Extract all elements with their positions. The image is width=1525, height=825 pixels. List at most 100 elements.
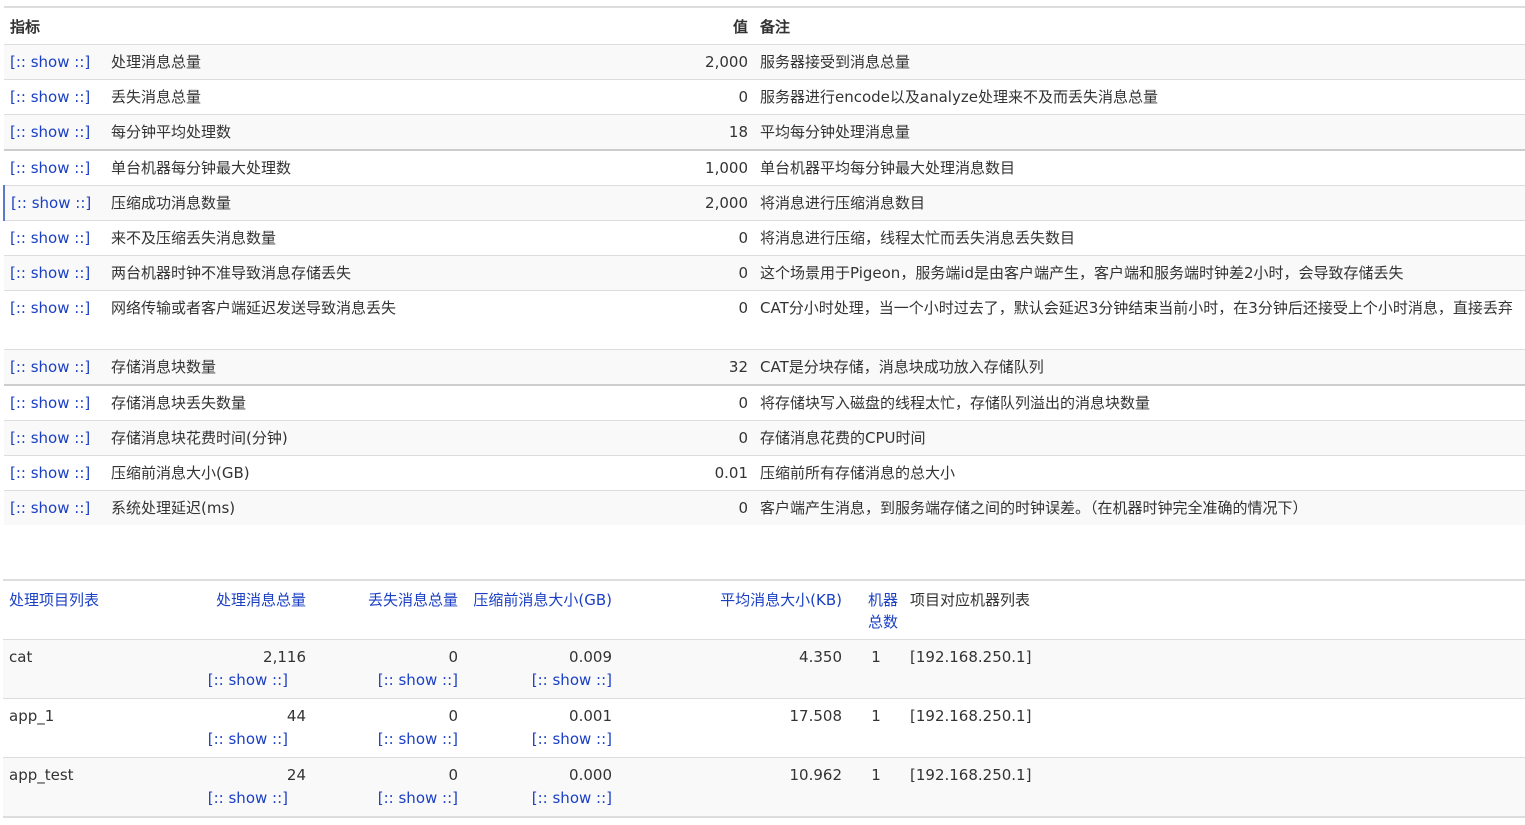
metric-value: 2,000	[557, 185, 754, 221]
metric-note: 存储消息花费的CPU时间	[754, 420, 1525, 456]
show-graph-link[interactable]: [:: show ::]	[10, 429, 90, 447]
show-graph-link[interactable]: [:: show ::]	[10, 264, 90, 282]
metric-note: 单台机器平均每分钟最大处理消息数目	[754, 149, 1525, 186]
show-graph-link[interactable]: [:: show ::]	[10, 299, 90, 317]
show-graph-link[interactable]: [:: show ::]	[10, 159, 90, 177]
metric-name: 每分钟平均处理数	[97, 114, 557, 150]
show-graph-link[interactable]: [:: show ::]	[10, 53, 90, 71]
project-hosts: [192.168.250.1]	[904, 639, 1525, 699]
project-name: app_test	[3, 757, 195, 818]
metric-value: 0	[557, 384, 754, 421]
metric-row: [:: show ::] 系统处理延迟(ms) 0 客户端产生消息，到服务端存储之间的…	[4, 490, 1525, 525]
project-size: 0.000	[569, 766, 612, 784]
show-total-link[interactable]: [:: show ::]	[201, 787, 288, 810]
show-graph-link[interactable]: [:: show ::]	[11, 194, 91, 212]
metric-name: 存储消息块丢失数量	[97, 384, 557, 421]
metric-row: [:: show ::] 压缩成功消息数量 2,000 将消息进行压缩消息数目	[3, 185, 1525, 221]
project-hosts: [192.168.250.1]	[904, 698, 1525, 758]
sort-by-avg-link[interactable]: 平均消息大小(KB)	[720, 591, 842, 609]
metric-note: 服务器接受到消息总量	[754, 44, 1525, 80]
metric-row: [:: show ::] 每分钟平均处理数 18 平均每分钟处理消息量	[4, 114, 1525, 150]
projects-header-total[interactable]: 处理消息总量	[195, 579, 312, 640]
metric-row: [:: show ::] 处理消息总量 2,000 服务器接受到消息总量	[4, 44, 1525, 80]
metric-value: 0.01	[557, 455, 754, 491]
metric-note: 平均每分钟处理消息量	[754, 114, 1525, 150]
metric-note: CAT是分块存储，消息块成功放入存储队列	[754, 349, 1525, 385]
metric-note: 将存储块写入磁盘的线程太忙，存储队列溢出的消息块数量	[754, 384, 1525, 421]
sort-by-size-link[interactable]: 压缩前消息大小(GB)	[473, 591, 612, 609]
show-size-link[interactable]: [:: show ::]	[470, 669, 612, 692]
show-loss-link[interactable]: [:: show ::]	[318, 728, 458, 751]
metrics-header-name: 指标	[4, 6, 97, 45]
project-row: cat 2,116 [:: show ::] 0 [:: show ::] 0.009 [:…	[3, 639, 1525, 699]
metric-row: [:: show ::] 两台机器时钟不准导致消息存储丢失 0 这个场景用于Pigeo…	[4, 255, 1525, 291]
project-size: 0.001	[569, 707, 612, 725]
metric-value: 1,000	[557, 149, 754, 186]
metric-value: 0	[557, 255, 754, 291]
sort-by-name-link[interactable]: 处理项目列表	[9, 591, 99, 609]
metrics-body: [:: show ::] 处理消息总量 2,000 服务器接受到消息总量 [:: sho…	[3, 44, 1525, 525]
projects-header-size[interactable]: 压缩前消息大小(GB)	[464, 579, 618, 640]
show-loss-link[interactable]: [:: show ::]	[318, 787, 458, 810]
metric-note: 这个场景用于Pigeon，服务端id是由客户端产生，客户端和服务端时钟差2小时，…	[754, 255, 1525, 291]
metric-value: 0	[557, 420, 754, 456]
show-size-link[interactable]: [:: show ::]	[470, 787, 612, 810]
projects-header-count[interactable]: 机器总数	[848, 579, 904, 640]
project-count: 1	[848, 757, 904, 818]
show-graph-link[interactable]: [:: show ::]	[10, 394, 90, 412]
metric-value: 0	[557, 290, 754, 350]
show-total-link[interactable]: [:: show ::]	[201, 669, 288, 692]
metrics-table: 指标 值 备注 [:: show ::] 处理消息总量 2,000 服务器接受到消息总…	[3, 6, 1525, 525]
show-graph-link[interactable]: [:: show ::]	[10, 499, 90, 517]
metric-row: [:: show ::] 存储消息块花费时间(分钟) 0 存储消息花费的CPU时间	[4, 420, 1525, 456]
show-graph-link[interactable]: [:: show ::]	[10, 358, 90, 376]
metrics-header-value: 值	[557, 6, 754, 45]
project-name: app_1	[3, 698, 195, 758]
metric-value: 0	[557, 490, 754, 525]
sort-by-total-link[interactable]: 处理消息总量	[216, 591, 306, 609]
metric-note: 将消息进行压缩消息数目	[754, 185, 1525, 221]
metric-row: [:: show ::] 网络传输或者客户端延迟发送导致消息丢失 0 CAT分小时处理…	[4, 290, 1525, 350]
show-graph-link[interactable]: [:: show ::]	[10, 229, 90, 247]
metrics-header-note: 备注	[754, 6, 1525, 45]
metric-name: 系统处理延迟(ms)	[97, 490, 557, 525]
project-name: cat	[3, 639, 195, 699]
metric-name: 网络传输或者客户端延迟发送导致消息丢失	[97, 290, 557, 350]
show-total-link[interactable]: [:: show ::]	[201, 728, 288, 751]
metric-name: 来不及压缩丢失消息数量	[97, 220, 557, 256]
sort-by-loss-link[interactable]: 丢失消息总量	[368, 591, 458, 609]
show-graph-link[interactable]: [:: show ::]	[10, 464, 90, 482]
projects-header-hosts: 项目对应机器列表	[904, 579, 1525, 640]
project-row: app_1 44[:: show ::] 0[:: show ::] 0.001[::…	[3, 698, 1525, 758]
projects-header-avg[interactable]: 平均消息大小(KB)	[618, 579, 848, 640]
show-graph-link[interactable]: [:: show ::]	[10, 123, 90, 141]
metric-value: 0	[557, 79, 754, 115]
project-avg: 4.350	[618, 639, 848, 699]
project-loss: 0	[448, 707, 458, 725]
metric-name: 压缩前消息大小(GB)	[97, 455, 557, 491]
metric-row: [:: show ::] 来不及压缩丢失消息数量 0 将消息进行压缩，线程太忙而丢失消…	[4, 220, 1525, 256]
metric-name: 处理消息总量	[97, 44, 557, 80]
project-avg: 10.962	[618, 757, 848, 818]
sort-by-count-link[interactable]: 机器总数	[868, 591, 898, 631]
metric-value: 0	[557, 220, 754, 256]
metric-row: [:: show ::] 存储消息块丢失数量 0 将存储块写入磁盘的线程太忙，存储队列…	[4, 384, 1525, 421]
projects-header-name[interactable]: 处理项目列表	[3, 579, 195, 640]
show-loss-link[interactable]: [:: show ::]	[318, 669, 458, 692]
projects-body: cat 2,116 [:: show ::] 0 [:: show ::] 0.009 [:…	[3, 639, 1525, 818]
show-graph-link[interactable]: [:: show ::]	[10, 88, 90, 106]
metric-row: [:: show ::] 压缩前消息大小(GB) 0.01 压缩前所有存储消息的总大小	[4, 455, 1525, 491]
metric-note: 客户端产生消息，到服务端存储之间的时钟误差。（在机器时钟完全准确的情况下）	[754, 490, 1525, 525]
metric-value: 32	[557, 349, 754, 385]
metric-note: 将消息进行压缩，线程太忙而丢失消息丢失数目	[754, 220, 1525, 256]
projects-header-loss[interactable]: 丢失消息总量	[312, 579, 464, 640]
project-total: 44	[286, 707, 306, 725]
metric-value: 2,000	[557, 44, 754, 80]
metric-note: CAT分小时处理，当一个小时过去了，默认会延迟3分钟结束当前小时，在3分钟后还接…	[754, 290, 1525, 350]
projects-header-row: 处理项目列表 处理消息总量 丢失消息总量 压缩前消息大小(GB) 平均消息大小(…	[3, 579, 1525, 640]
project-loss: 0	[448, 766, 458, 784]
metric-row: [:: show ::] 存储消息块数量 32 CAT是分块存储，消息块成功放入存储队…	[4, 349, 1525, 385]
project-count: 1	[848, 639, 904, 699]
project-total: 24	[286, 766, 306, 784]
show-size-link[interactable]: [:: show ::]	[470, 728, 612, 751]
